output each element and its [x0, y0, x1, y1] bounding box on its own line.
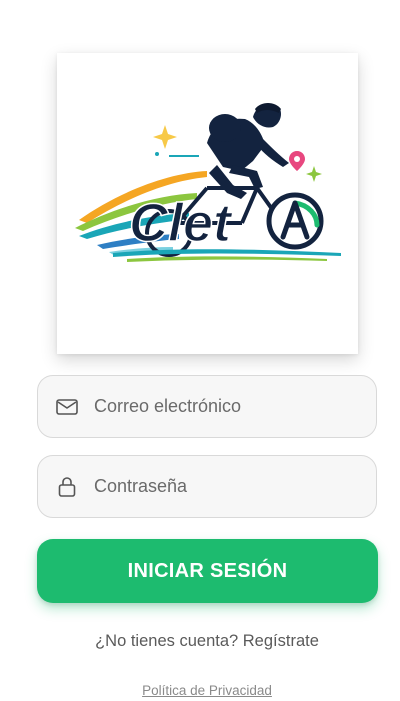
email-input[interactable]	[94, 396, 344, 417]
register-link[interactable]: ¿No tienes cuenta? Regístrate	[0, 632, 400, 651]
email-field[interactable]	[37, 375, 377, 438]
password-input[interactable]	[94, 476, 344, 497]
logo-card: Clet	[57, 53, 358, 354]
login-screen: Clet INICIAR SESIÓN ¿No tienes cuenta? R…	[0, 0, 400, 701]
password-field[interactable]	[37, 455, 377, 518]
svg-text:Clet: Clet	[129, 193, 233, 253]
privacy-policy-link[interactable]: Política de Privacidad	[0, 683, 400, 698]
mail-icon	[56, 396, 78, 418]
lock-icon	[56, 476, 78, 498]
login-button[interactable]: INICIAR SESIÓN	[37, 539, 378, 603]
cleta-logo: Clet	[75, 103, 341, 262]
